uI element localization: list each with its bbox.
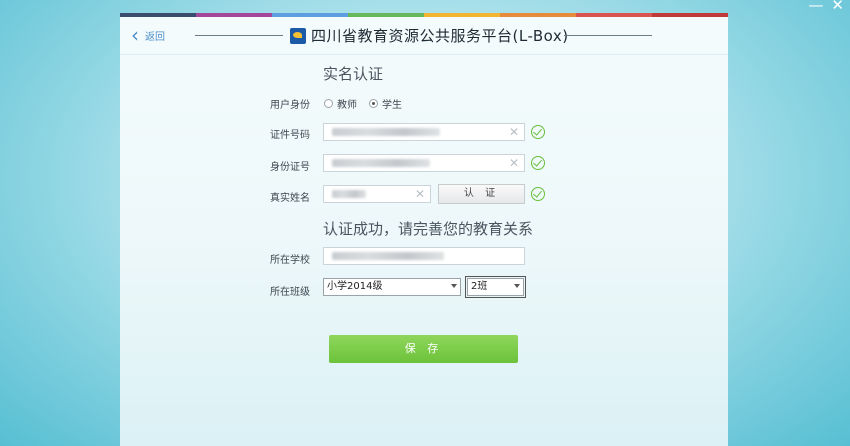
radio-teacher-label: 教师	[337, 100, 357, 111]
minimize-button[interactable]: —	[808, 0, 823, 14]
header: ‹ 返回 四川省教育资源公共服务平台(L-Box)	[120, 17, 728, 55]
radio-student[interactable]: 学生	[369, 96, 402, 111]
class-value: 2班	[471, 281, 488, 292]
back-button[interactable]: ‹ 返回	[131, 23, 165, 47]
radio-teacher[interactable]: 教师	[324, 96, 357, 111]
chevron-left-icon: ‹	[131, 23, 139, 47]
class-select[interactable]: 2班	[465, 276, 526, 298]
chevron-down-icon	[514, 284, 520, 288]
cert-label: 证件号码	[270, 130, 310, 141]
lbox-logo-icon	[290, 27, 306, 44]
redacted-value	[332, 128, 440, 136]
redacted-value	[332, 190, 366, 198]
real-name-field[interactable]: ✕	[323, 185, 431, 203]
save-button[interactable]: 保 存	[329, 335, 518, 363]
grade-select[interactable]: 小学2014级	[323, 278, 461, 296]
class-label: 所在班级	[270, 287, 310, 298]
clear-icon[interactable]: ✕	[509, 156, 519, 170]
radio-icon	[324, 99, 333, 108]
cert-number-field[interactable]: ✕	[323, 123, 525, 141]
divider-left	[195, 35, 283, 36]
verify-title: 实名认证	[323, 65, 384, 83]
window-controls: — ✕	[808, 0, 844, 14]
school-label: 所在学校	[270, 255, 310, 266]
radio-selected-icon	[369, 99, 378, 108]
verify-button[interactable]: 认 证	[438, 184, 525, 204]
redacted-value	[332, 252, 444, 260]
grade-value: 小学2014级	[327, 281, 383, 292]
main-panel: ‹ 返回 四川省教育资源公共服务平台(L-Box) 实名认证 用户身份 教师 学…	[120, 17, 728, 446]
clear-icon[interactable]: ✕	[509, 125, 519, 139]
check-icon	[531, 125, 545, 139]
close-button[interactable]: ✕	[831, 0, 844, 14]
brand: 四川省教育资源公共服务平台(L-Box)	[290, 25, 569, 46]
id-label: 身份证号	[270, 162, 310, 173]
page-title: 四川省教育资源公共服务平台(L-Box)	[311, 27, 569, 45]
redacted-value	[332, 159, 430, 167]
check-icon	[531, 156, 545, 170]
clear-icon[interactable]: ✕	[415, 187, 425, 201]
radio-student-label: 学生	[382, 100, 402, 111]
name-label: 真实姓名	[270, 193, 310, 204]
id-number-field[interactable]: ✕	[323, 154, 525, 172]
chevron-down-icon	[451, 284, 457, 288]
divider-right	[564, 35, 652, 36]
relation-title: 认证成功，请完善您的教育关系	[323, 220, 534, 238]
back-label: 返回	[145, 31, 165, 43]
identity-label: 用户身份	[270, 100, 310, 111]
check-icon	[531, 187, 545, 201]
school-field[interactable]	[323, 247, 525, 265]
